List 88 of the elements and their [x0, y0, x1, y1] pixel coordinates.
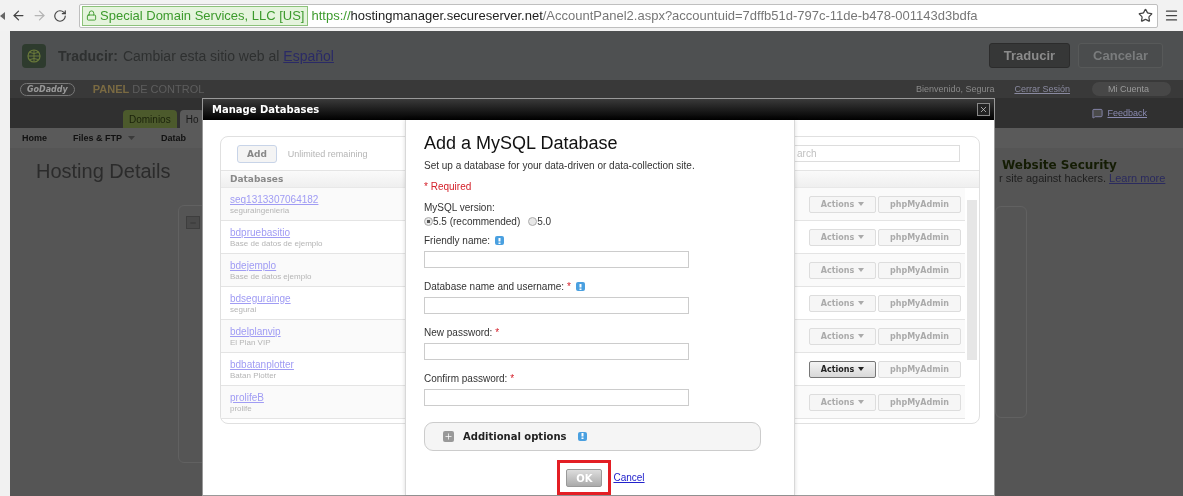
text-field[interactable] — [424, 251, 689, 268]
address-bar[interactable]: Special Domain Services, LLC [US] https://hostingmanager.secureserver.net/AccountPanel2.aspx?accountuid=7dffb51d-797c-11de-b478-001143d3bdfa — [79, 3, 1158, 28]
actions-button[interactable]: Actions — [809, 195, 876, 213]
field-label: New password: — [424, 327, 493, 338]
star-icon[interactable] — [1138, 8, 1153, 23]
nav-item[interactable]: Files & FTP — [73, 133, 136, 143]
tab[interactable]: Ho — [179, 110, 205, 128]
caret-icon — [858, 400, 865, 404]
dialog-title: Manage Databases — [212, 104, 321, 115]
required-mark: * — [510, 373, 515, 384]
panel-title-accent: PANEL — [92, 83, 130, 95]
phpmyadmin-button[interactable]: phpMyAdmin — [878, 393, 961, 411]
actions-button[interactable]: Actions — [809, 228, 876, 246]
globe-icon — [22, 43, 46, 68]
speech-bubble-icon — [1092, 107, 1104, 119]
cancel-link[interactable]: Cancel — [613, 471, 645, 483]
database-link[interactable]: seq1313307064182 — [230, 193, 319, 205]
reload-icon[interactable] — [53, 8, 67, 23]
add-button[interactable]: Add — [237, 144, 277, 163]
help-icon[interactable] — [495, 236, 505, 245]
phpmyadmin-button[interactable]: phpMyAdmin — [878, 261, 961, 279]
database-link[interactable]: bdejemplo — [230, 259, 277, 271]
caret-icon — [858, 301, 865, 305]
radio-button[interactable] — [528, 217, 538, 226]
phpmyadmin-button[interactable]: phpMyAdmin — [878, 360, 961, 378]
radio-button[interactable] — [424, 217, 433, 226]
remaining-text: Unlimited remaining — [287, 148, 369, 159]
database-description: Base de datos ejemplo — [230, 271, 312, 281]
database-link[interactable]: prolifeB — [230, 391, 264, 403]
nav-item[interactable]: Home — [22, 133, 47, 143]
field-label: Confirm password: — [424, 373, 508, 384]
expand-icon[interactable] — [443, 430, 454, 442]
promo-title: Website Security — [1002, 158, 1118, 172]
caret-icon — [858, 334, 865, 338]
form-description: Set up a database for your data-driven or data-collection site. — [424, 160, 696, 171]
search-field[interactable]: arch — [795, 145, 960, 162]
security-label: Special Domain Services, LLC [US] — [82, 5, 309, 26]
caret-icon — [858, 202, 865, 206]
actions-button[interactable]: Actions — [809, 294, 876, 312]
database-description: prolife — [230, 403, 252, 413]
caret-icon — [858, 268, 865, 272]
account-button[interactable]: Mi Cuenta — [1091, 82, 1171, 96]
nav-item[interactable]: Datab — [161, 133, 187, 143]
database-link[interactable]: bdpruebasitio — [230, 226, 291, 238]
database-description: Base de datos de ejemplo — [230, 238, 323, 248]
database-link[interactable]: bdbatanplotter — [230, 358, 294, 370]
text-field[interactable] — [424, 297, 689, 314]
actions-button[interactable]: Actions — [809, 261, 876, 279]
additional-options-panel[interactable]: Additional options — [424, 422, 761, 451]
required-mark: * — [495, 327, 500, 338]
welcome-text: Bienvenido, Segura — [915, 84, 995, 94]
help-icon[interactable] — [577, 431, 587, 441]
logout-link[interactable]: Cerrar Sesión — [1014, 84, 1070, 94]
translate-button[interactable]: Traducir — [988, 43, 1071, 68]
database-link[interactable]: bdelplanvip — [230, 325, 281, 337]
field-label: Friendly name: — [424, 235, 491, 246]
actions-button[interactable]: Actions — [809, 360, 876, 378]
help-icon[interactable] — [576, 282, 585, 291]
radio-label: 5.0 — [537, 216, 552, 227]
lock-icon — [86, 10, 97, 21]
field-label: MySQL version: — [424, 202, 495, 213]
scroll-left-icon — [0, 11, 5, 20]
caret-icon — [858, 235, 865, 239]
field-label: Database name and username: — [424, 281, 565, 292]
caret-icon — [858, 367, 865, 371]
database-description: seguraingenieria — [230, 205, 290, 215]
text-field[interactable] — [424, 389, 689, 406]
caret-icon — [128, 136, 136, 140]
database-description: Batan Plotter — [230, 370, 277, 380]
phpmyadmin-button[interactable]: phpMyAdmin — [878, 327, 961, 345]
close-button[interactable] — [977, 103, 990, 116]
required-mark: * — [567, 281, 571, 292]
actions-button[interactable]: Actions — [809, 393, 876, 411]
forward-icon[interactable] — [32, 8, 47, 23]
actions-button[interactable]: Actions — [809, 327, 876, 345]
menu-icon[interactable] — [1164, 8, 1179, 23]
ok-button[interactable]: OK — [566, 469, 603, 487]
radio-label: 5.5 (recommended) — [433, 216, 521, 227]
phpmyadmin-button[interactable]: phpMyAdmin — [878, 195, 961, 213]
database-description: segurai — [230, 304, 257, 314]
phpmyadmin-button[interactable]: phpMyAdmin — [878, 294, 961, 312]
form-title: Add a MySQL Database — [424, 133, 619, 154]
database-link[interactable]: bdsegurainge — [230, 292, 291, 304]
feedback-link[interactable]: Feedback — [1092, 107, 1147, 119]
phpmyadmin-button[interactable]: phpMyAdmin — [878, 228, 961, 246]
back-icon[interactable] — [11, 8, 26, 23]
text-field[interactable] — [424, 343, 689, 360]
additional-options-label: Additional options — [463, 430, 567, 442]
